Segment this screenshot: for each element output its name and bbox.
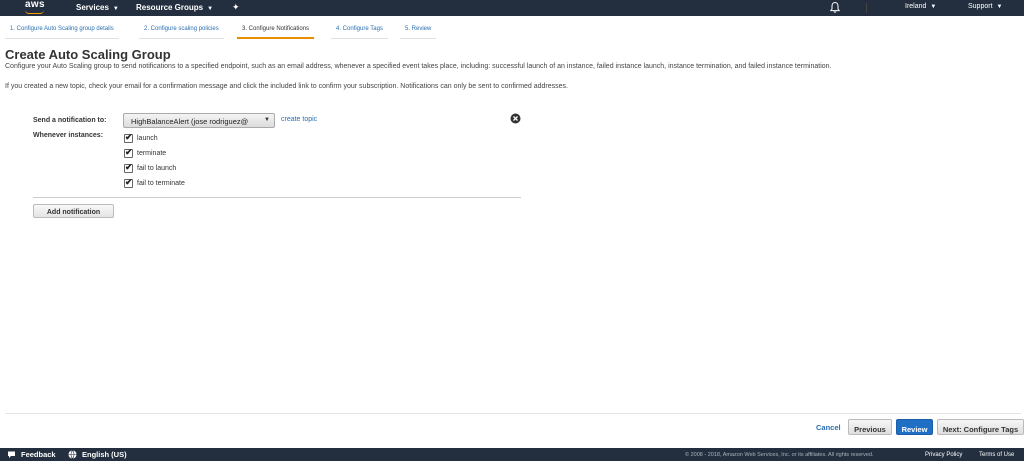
services-menu[interactable]: Services ▼ xyxy=(76,3,119,12)
terms-of-use-link[interactable]: Terms of Use xyxy=(979,452,1014,458)
fail-to-launch-label: fail to launch xyxy=(137,165,177,172)
footer-bar: Feedback English (US) © 2008 - 2018, Ama… xyxy=(0,448,1024,461)
aws-logo-text: aws xyxy=(25,0,45,10)
chevron-down-icon: ▼ xyxy=(996,4,1003,10)
add-notification-button[interactable]: Add notification xyxy=(33,204,114,218)
tab-configure-scaling-policies[interactable]: 2. Configure scaling policies xyxy=(139,23,224,39)
resource-groups-menu[interactable]: Resource Groups ▼ xyxy=(136,3,213,12)
check-icon: ✔ xyxy=(125,132,133,142)
fail-to-terminate-checkbox[interactable]: ✔ xyxy=(124,177,133,188)
privacy-policy-link[interactable]: Privacy Policy xyxy=(925,452,962,458)
top-navigation-bar: aws Services ▼ Resource Groups ▼ ✦ Ireland… xyxy=(0,0,1024,16)
region-menu-label: Ireland xyxy=(905,3,927,10)
page-description: Configure your Auto Scaling group to sen… xyxy=(5,63,832,70)
remove-notification-icon[interactable] xyxy=(510,113,521,124)
tab-review[interactable]: 5. Review xyxy=(400,23,437,39)
speech-bubble-icon xyxy=(8,451,15,458)
section-divider xyxy=(33,197,521,198)
resource-groups-menu-label: Resource Groups xyxy=(136,3,204,12)
aws-logo[interactable]: aws xyxy=(22,0,48,15)
copyright-text: © 2008 - 2018, Amazon Web Services, Inc.… xyxy=(685,452,874,458)
terminate-checkbox[interactable]: ✔ xyxy=(124,147,133,158)
feedback-link[interactable]: Feedback xyxy=(21,450,56,459)
create-topic-link[interactable]: create topic xyxy=(281,116,317,123)
subscription-note: If you created a new topic, check your e… xyxy=(5,83,568,90)
topic-select[interactable]: HighBalanceAlert (jose rodriguez@ ▼ xyxy=(123,113,275,128)
send-notification-label: Send a notification to: xyxy=(33,117,107,124)
fail-to-terminate-label: fail to terminate xyxy=(137,180,185,187)
check-icon: ✔ xyxy=(125,162,133,172)
pin-icon[interactable]: ✦ xyxy=(232,2,240,13)
check-icon: ✔ xyxy=(125,177,133,187)
terminate-label: terminate xyxy=(137,150,167,157)
support-menu[interactable]: Support ▼ xyxy=(968,3,1002,10)
previous-button[interactable]: Previous xyxy=(848,419,892,435)
globe-icon xyxy=(68,450,77,459)
review-button[interactable]: Review xyxy=(896,419,933,435)
actions-divider xyxy=(5,413,1021,414)
wizard-steps: 1. Configure Auto Scaling group details … xyxy=(0,23,1024,39)
bell-icon[interactable] xyxy=(829,1,841,14)
region-menu[interactable]: Ireland ▼ xyxy=(905,3,936,10)
page-title: Create Auto Scaling Group xyxy=(5,47,171,62)
next-configure-tags-button[interactable]: Next: Configure Tags xyxy=(937,419,1024,435)
nav-divider xyxy=(866,3,867,13)
launch-checkbox[interactable]: ✔ xyxy=(124,132,133,143)
cancel-link[interactable]: Cancel xyxy=(816,423,841,432)
launch-label: launch xyxy=(137,135,158,142)
check-icon: ✔ xyxy=(125,147,133,157)
chevron-down-icon: ▼ xyxy=(930,4,937,10)
aws-logo-smile xyxy=(25,10,44,14)
topic-select-value: HighBalanceAlert (jose rodriguez@ xyxy=(131,117,249,126)
chevron-down-icon: ▼ xyxy=(207,6,214,12)
support-menu-label: Support xyxy=(968,3,993,10)
chevron-down-icon: ▼ xyxy=(264,117,270,123)
services-menu-label: Services xyxy=(76,3,109,12)
language-selector[interactable]: English (US) xyxy=(82,450,127,459)
fail-to-launch-checkbox[interactable]: ✔ xyxy=(124,162,133,173)
tab-configure-group-details[interactable]: 1. Configure Auto Scaling group details xyxy=(5,23,119,39)
chevron-down-icon: ▼ xyxy=(112,6,119,12)
tab-configure-tags[interactable]: 4. Configure Tags xyxy=(331,23,388,39)
whenever-instances-label: Whenever instances: xyxy=(33,132,104,139)
tab-configure-notifications[interactable]: 3. Configure Notifications xyxy=(237,23,315,39)
